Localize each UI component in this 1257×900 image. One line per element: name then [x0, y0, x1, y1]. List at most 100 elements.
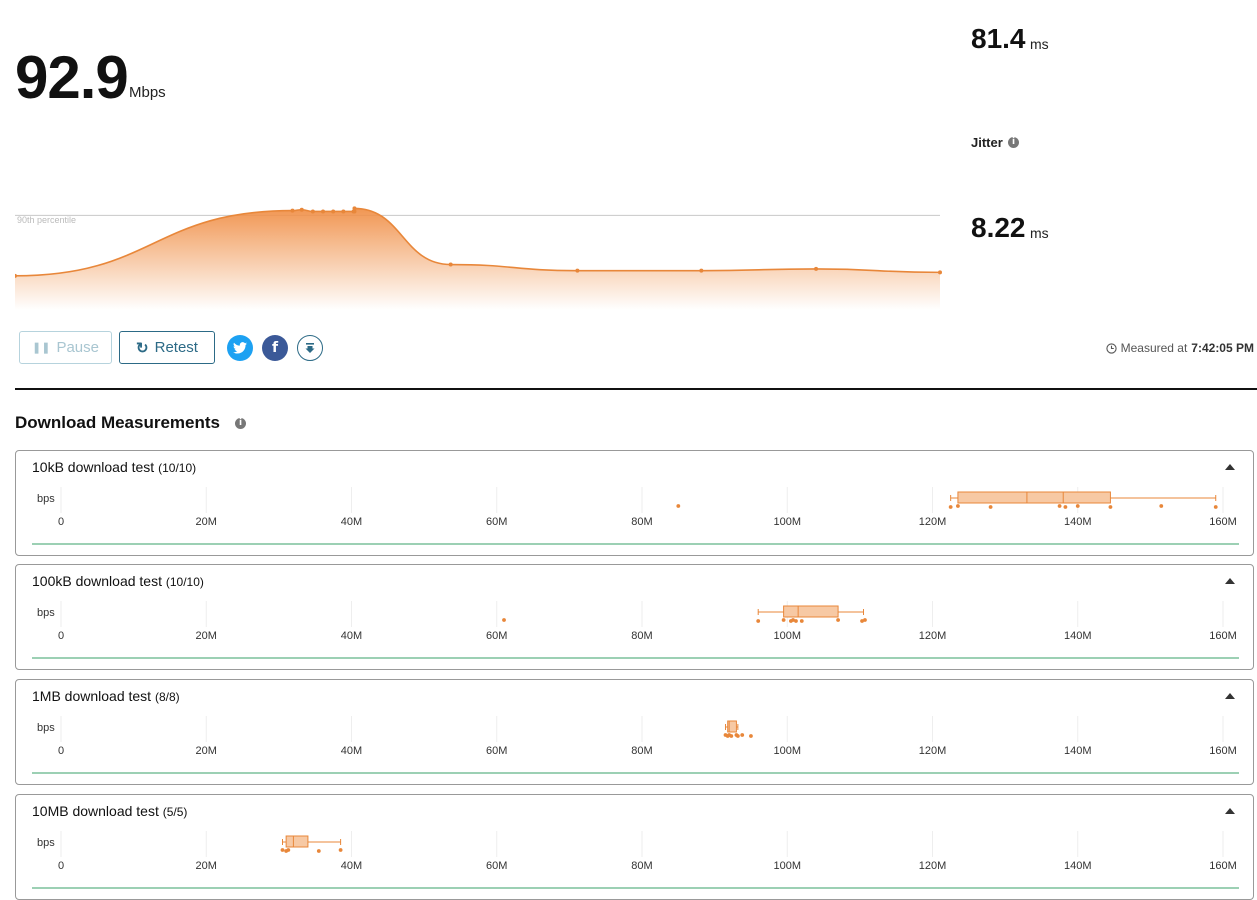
axis-tick-label: 40M	[341, 516, 362, 528]
axis-tick-label: 20M	[196, 630, 217, 642]
measurement-point	[756, 619, 761, 623]
measurement-point	[502, 618, 506, 622]
speed-point	[699, 268, 704, 273]
refresh-icon: ↻	[136, 339, 149, 357]
axis-unit-label: bps	[37, 493, 55, 505]
speed-point	[321, 209, 326, 214]
axis-tick-label: 60M	[486, 516, 507, 528]
axis-tick-label: 120M	[919, 630, 947, 642]
measurement-point	[740, 733, 745, 737]
download-test-panel: 10MB download test (5/5) 0 20M 40M 60M 80M 100…	[15, 794, 1254, 900]
axis-tick-label: 20M	[196, 860, 217, 872]
clock-icon	[1105, 342, 1117, 354]
facebook-icon: f	[271, 340, 279, 356]
axis-unit-label: bps	[37, 607, 55, 619]
axis-unit-label: bps	[37, 837, 55, 849]
speed-point	[352, 206, 357, 211]
axis-tick-label: 120M	[919, 860, 947, 872]
jitter-value: 8.22	[971, 212, 1026, 243]
measured-time: 7:42:05 PM	[1191, 341, 1254, 355]
speed-point	[814, 266, 819, 271]
axis-tick-label: 40M	[341, 745, 362, 757]
box-plot: 0 20M 40M 60M 80M 100M 120M 140M 160M bps	[32, 716, 1239, 774]
measurement-point	[799, 619, 804, 623]
measurement-point	[286, 848, 291, 852]
twitter-share-button[interactable]	[227, 335, 253, 361]
axis-tick-label: 20M	[196, 745, 217, 757]
axis-tick-label: 80M	[631, 630, 652, 642]
jitter-label: Jitter	[971, 135, 1003, 150]
pause-label: Pause	[56, 339, 99, 356]
axis-tick-label: 140M	[1064, 516, 1092, 528]
download-icon	[305, 343, 315, 353]
axis-tick-label: 120M	[919, 745, 947, 757]
axis-tick-label: 140M	[1064, 745, 1092, 757]
axis-tick-label: 60M	[486, 630, 507, 642]
pause-icon: ❚❚	[32, 342, 51, 354]
measured-prefix: Measured at	[1120, 341, 1188, 355]
box-iqr	[285, 835, 309, 848]
info-icon[interactable]: i	[235, 418, 246, 429]
latency-unit: ms	[1030, 36, 1049, 52]
speed-point	[341, 209, 346, 214]
axis-tick-label: 160M	[1209, 630, 1237, 642]
download-test-panel: 10kB download test (10/10) 0 20M 40M 60M 80M 1…	[15, 450, 1254, 556]
axis-tick-label: 160M	[1209, 860, 1237, 872]
measurement-point	[1159, 504, 1164, 508]
info-icon[interactable]: i	[1008, 137, 1019, 148]
download-speed-value: 92.9	[15, 44, 129, 111]
measurement-point	[988, 505, 993, 509]
axis-tick-label: 100M	[773, 630, 801, 642]
measured-at: Measured at 7:42:05 PM	[1105, 341, 1254, 355]
speed-point	[938, 270, 942, 275]
axis-tick-label: 0	[58, 860, 64, 872]
measurement-point	[735, 734, 740, 738]
axis-tick-label: 100M	[773, 745, 801, 757]
measurement-point	[1057, 504, 1062, 508]
measurement-point	[781, 618, 786, 622]
axis-tick-label: 80M	[631, 516, 652, 528]
speed-point	[331, 209, 336, 214]
retest-button[interactable]: ↻ Retest	[119, 331, 215, 364]
box-iqr	[783, 605, 839, 618]
measurement-point	[1108, 505, 1113, 509]
twitter-icon	[233, 342, 247, 354]
speed-point	[299, 207, 304, 212]
measurement-point	[729, 734, 734, 738]
axis-tick-label: 0	[58, 745, 64, 757]
measurement-point	[1075, 504, 1080, 508]
axis-tick-label: 100M	[773, 860, 801, 872]
axis-tick-label: 0	[58, 516, 64, 528]
download-speed-unit: Mbps	[129, 84, 166, 101]
axis-tick-label: 160M	[1209, 745, 1237, 757]
measurement-point	[794, 619, 798, 623]
measurement-point	[863, 618, 867, 622]
speed-chart: 90th percentile	[15, 206, 942, 310]
measurement-point	[749, 734, 753, 738]
speed-point	[290, 208, 295, 213]
pause-button[interactable]: ❚❚ Pause	[19, 331, 112, 364]
axis-unit-label: bps	[37, 722, 55, 734]
speed-point	[448, 262, 453, 267]
measurement-point	[316, 849, 321, 853]
speed-area	[15, 208, 940, 310]
measurement-point	[1063, 505, 1068, 509]
percentile-label: 90th percentile	[17, 215, 76, 225]
download-test-panel: 1MB download test (8/8) 0 20M 40M 60M 80M 100M…	[15, 679, 1254, 785]
axis-tick-label: 120M	[919, 516, 947, 528]
measurement-point	[956, 504, 960, 508]
measurement-point	[948, 505, 953, 509]
axis-tick-label: 160M	[1209, 516, 1237, 528]
axis-tick-label: 40M	[341, 630, 362, 642]
axis-tick-label: 0	[58, 630, 64, 642]
facebook-share-button[interactable]: f	[262, 335, 288, 361]
download-test-panel: 100kB download test (10/10) 0 20M 40M 60M 80M…	[15, 564, 1254, 670]
retest-label: Retest	[154, 339, 198, 356]
axis-tick-label: 140M	[1064, 630, 1092, 642]
axis-tick-label: 20M	[196, 516, 217, 528]
section-divider	[15, 388, 1257, 390]
download-results-button[interactable]	[297, 335, 323, 361]
axis-tick-label: 80M	[631, 745, 652, 757]
measurement-point	[338, 848, 343, 852]
jitter-unit: ms	[1030, 225, 1049, 241]
